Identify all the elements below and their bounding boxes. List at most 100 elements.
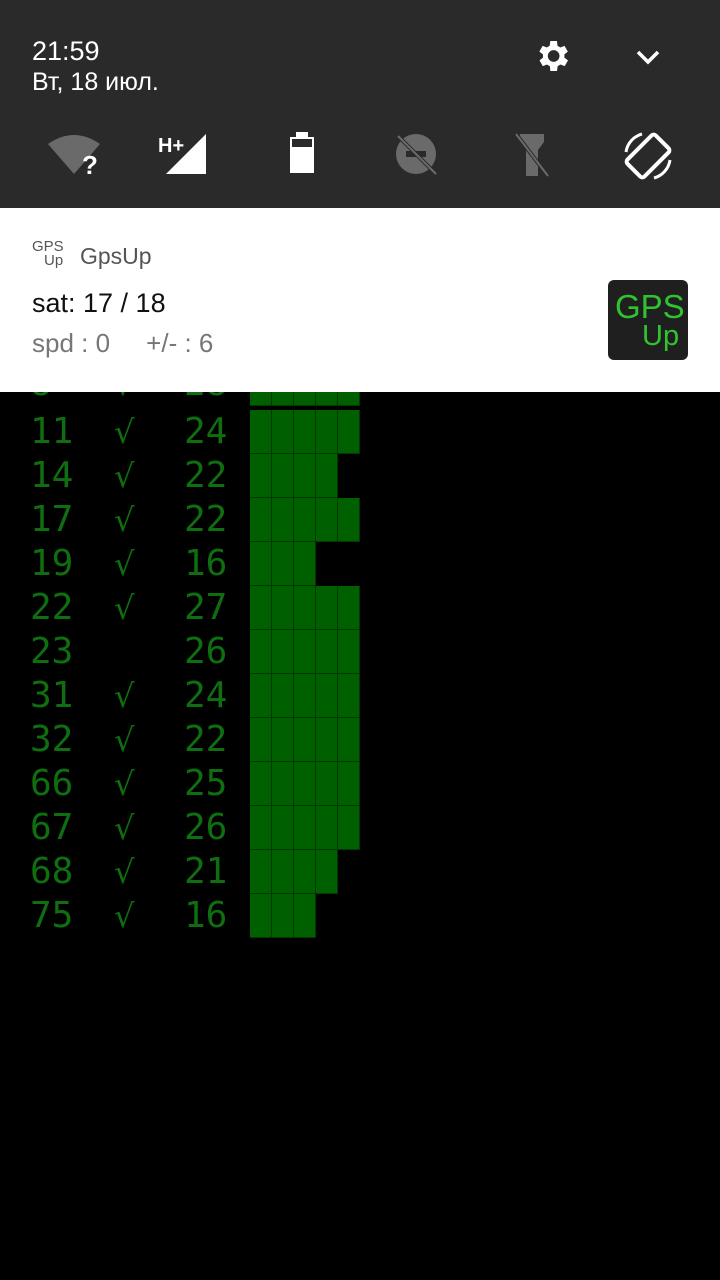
signal-strength-cell — [250, 454, 272, 498]
satellite-prn: 75 — [30, 895, 74, 936]
signal-strength-cell — [338, 762, 360, 806]
satellite-row: 17 √ 22 — [0, 498, 720, 542]
signal-strength-cell — [338, 586, 360, 630]
signal-strength-cell — [316, 498, 338, 542]
satellite-row: 11 √ 24 — [0, 410, 720, 454]
signal-strength-cell — [272, 894, 294, 938]
satellite-snr: 16 — [184, 895, 228, 936]
signal-strength-cell — [316, 850, 338, 894]
satellite-prn: 66 — [30, 763, 74, 804]
notification-title: sat: 17 / 18 — [32, 288, 166, 318]
signal-strength-cell — [294, 806, 316, 850]
satellite-used-check: √ — [114, 457, 135, 495]
satellite-snr: 16 — [184, 543, 228, 584]
signal-strength-cell — [250, 498, 272, 542]
satellite-list: 8√2811√2414√2217√2219√1622√27232631√2432… — [0, 392, 720, 1280]
satellite-used-check: √ — [114, 413, 135, 451]
signal-strength-cell — [272, 762, 294, 806]
satellite-prn: 23 — [30, 631, 74, 672]
signal-strength-cell — [316, 630, 338, 674]
satellite-row-partial: 8 √ 28 — [0, 392, 720, 406]
signal-strength-cell — [272, 542, 294, 586]
flashlight-off-icon[interactable] — [502, 128, 562, 184]
settings-gear-icon[interactable] — [532, 36, 572, 76]
satellite-prn: 11 — [30, 411, 74, 452]
signal-strength-cell — [272, 850, 294, 894]
satellite-snr: 25 — [184, 763, 228, 804]
satellite-prn: 17 — [30, 499, 74, 540]
chevron-down-icon[interactable] — [628, 40, 668, 76]
satellite-row: 31 √ 24 — [0, 674, 720, 718]
signal-strength-cell — [294, 762, 316, 806]
satellite-used-check: √ — [114, 392, 134, 406]
satellite-used-check: √ — [114, 809, 135, 847]
satellite-row: 67 √ 26 — [0, 806, 720, 850]
svg-text:?: ? — [82, 150, 98, 180]
signal-strength-cell — [316, 674, 338, 718]
satellite-prn: 14 — [30, 455, 74, 496]
satellite-used-check: √ — [114, 721, 135, 759]
satellite-used-check: √ — [114, 897, 135, 935]
mobile-signal-h-plus-icon[interactable]: H+ — [154, 128, 214, 184]
satellite-row: 66 √ 25 — [0, 762, 720, 806]
signal-strength-cell — [294, 674, 316, 718]
notification-app-name: GpsUp — [80, 243, 152, 269]
signal-strength-cell — [272, 586, 294, 630]
satellite-row: 75 √ 16 — [0, 894, 720, 938]
signal-strength-cell — [294, 718, 316, 762]
satellite-prn: 8 — [30, 392, 52, 406]
signal-strength-cell — [272, 410, 294, 454]
signal-strength-cell — [338, 630, 360, 674]
quick-settings-tiles: ? H+ — [0, 128, 720, 184]
signal-strength-cell — [294, 586, 316, 630]
gpsup-small-icon: GPS Up — [32, 238, 64, 269]
signal-strength-cell — [272, 392, 294, 406]
satellite-snr: 28 — [184, 392, 227, 406]
signal-strength-cell — [272, 498, 294, 542]
svg-text:H+: H+ — [158, 135, 184, 157]
signal-strength-cell — [272, 674, 294, 718]
signal-strength-cell — [316, 392, 338, 406]
satellite-prn: 32 — [30, 719, 74, 760]
satellite-prn: 19 — [30, 543, 74, 584]
signal-strength-cell — [316, 806, 338, 850]
signal-strength-cell — [294, 498, 316, 542]
signal-strength-cell — [316, 454, 338, 498]
satellite-prn: 31 — [30, 675, 74, 716]
signal-strength-cell — [250, 410, 272, 454]
auto-rotate-icon[interactable] — [618, 128, 678, 184]
signal-strength-cell — [250, 806, 272, 850]
satellite-snr: 24 — [184, 411, 228, 452]
satellite-row: 32 √ 22 — [0, 718, 720, 762]
satellite-used-check: √ — [114, 853, 135, 891]
signal-strength-cell — [250, 674, 272, 718]
satellite-row: 68 √ 21 — [0, 850, 720, 894]
satellite-row: 19 √ 16 — [0, 542, 720, 586]
signal-strength-cell — [250, 542, 272, 586]
satellite-used-check: √ — [114, 589, 135, 627]
signal-strength-cell — [294, 630, 316, 674]
clock: 21:59 — [32, 36, 100, 66]
signal-strength-cell — [316, 718, 338, 762]
signal-strength-cell — [294, 454, 316, 498]
gpsup-large-icon: GPS Up — [608, 280, 688, 360]
satellite-prn: 67 — [30, 807, 74, 848]
signal-strength-cell — [338, 718, 360, 762]
satellite-snr: 22 — [184, 455, 228, 496]
signal-strength-cell — [338, 392, 360, 406]
signal-strength-cell — [338, 410, 360, 454]
notification-subtitle: spd : 0 +/- : 6 — [32, 328, 214, 358]
signal-strength-cell — [294, 894, 316, 938]
signal-strength-cell — [294, 410, 316, 454]
wifi-unknown-icon[interactable]: ? — [44, 128, 104, 184]
battery-icon[interactable] — [272, 128, 332, 184]
signal-strength-cell — [338, 806, 360, 850]
date[interactable]: Вт, 18 июл. — [32, 68, 159, 97]
do-not-disturb-off-icon[interactable] — [386, 128, 446, 184]
signal-strength-cell — [316, 586, 338, 630]
signal-strength-cell — [272, 630, 294, 674]
signal-strength-cell — [316, 762, 338, 806]
quick-settings-panel: 21:59 Вт, 18 июл. ? H+ — [0, 0, 720, 208]
satellite-used-check: √ — [114, 677, 135, 715]
satellite-row: 14 √ 22 — [0, 454, 720, 498]
